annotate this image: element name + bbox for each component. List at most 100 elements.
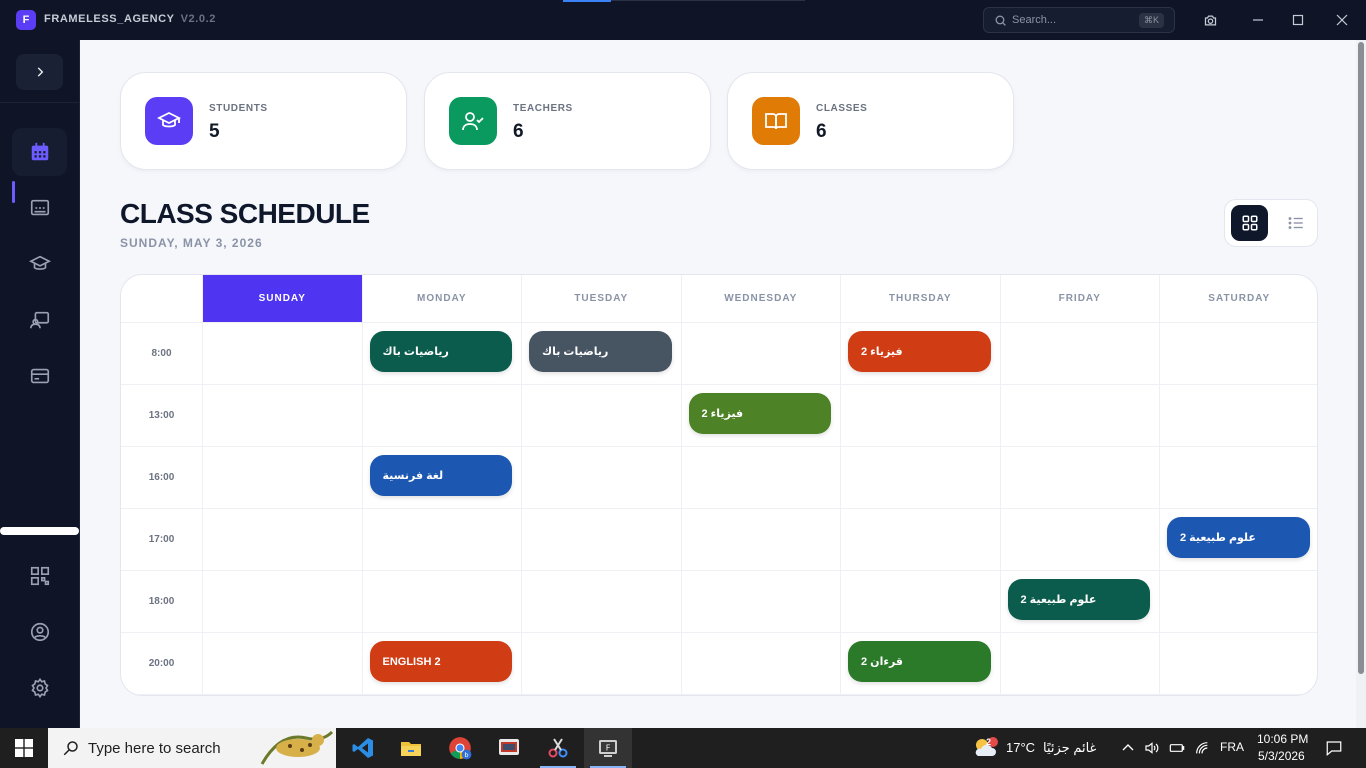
- class-event[interactable]: فيزياء 2: [688, 393, 831, 434]
- sidebar-item-settings[interactable]: [12, 664, 67, 712]
- clock-date[interactable]: 5/3/2026: [1258, 749, 1305, 763]
- class-event[interactable]: رياضيات باك: [369, 331, 512, 372]
- taskbar-chrome[interactable]: b: [436, 728, 484, 768]
- clock-time[interactable]: 10:06 PM: [1257, 732, 1308, 746]
- qr-code-icon: [30, 566, 49, 586]
- schedule-cell[interactable]: [999, 509, 1159, 571]
- sidebar-item-teachers[interactable]: [12, 296, 67, 344]
- show-hidden-icons-button[interactable]: [1118, 728, 1138, 768]
- schedule-cell[interactable]: [840, 571, 1000, 633]
- stat-card-classes: CLASSES 6: [727, 72, 1014, 170]
- sidebar-item-presentation[interactable]: [12, 184, 67, 232]
- class-event[interactable]: رياضيات باك: [529, 331, 672, 372]
- schedule-cell[interactable]: [1159, 633, 1317, 695]
- grid-icon: [1242, 215, 1257, 231]
- schedule-cell[interactable]: [680, 633, 840, 695]
- schedule-cell[interactable]: [521, 385, 681, 447]
- frameless-app-icon: F: [599, 740, 617, 757]
- sidebar-item-schedule[interactable]: [12, 128, 67, 176]
- grid-view-button[interactable]: [1231, 205, 1268, 241]
- chevron-up-icon: [1122, 744, 1134, 751]
- schedule-cell[interactable]: [202, 447, 362, 509]
- time-slot-label: 20:00: [121, 633, 202, 695]
- screenshot-button[interactable]: [1200, 10, 1220, 30]
- day-header-friday[interactable]: FRIDAY: [999, 275, 1159, 323]
- stat-label: CLASSES: [816, 103, 868, 114]
- schedule-cell[interactable]: [1159, 385, 1317, 447]
- schedule-cell[interactable]: [680, 509, 840, 571]
- sidebar-item-payments[interactable]: [12, 352, 67, 400]
- class-event[interactable]: ENGLISH 2: [369, 641, 512, 682]
- schedule-cell[interactable]: [361, 385, 521, 447]
- taskbar-app-screen[interactable]: [485, 728, 533, 768]
- schedule-cell[interactable]: [202, 571, 362, 633]
- teacher-icon: [29, 311, 49, 329]
- schedule-cell[interactable]: [999, 447, 1159, 509]
- sidebar-item-qr-code[interactable]: [12, 552, 67, 600]
- class-event[interactable]: فيزياء 2: [848, 331, 991, 372]
- schedule-cell[interactable]: [999, 323, 1159, 385]
- network-button[interactable]: [1191, 728, 1213, 768]
- schedule-cell[interactable]: [521, 447, 681, 509]
- schedule-cell[interactable]: [999, 633, 1159, 695]
- taskbar-search-placeholder: Type here to search: [88, 739, 221, 757]
- taskbar-vscode[interactable]: [339, 728, 387, 768]
- day-header-saturday[interactable]: SATURDAY: [1159, 275, 1317, 323]
- schedule-cell[interactable]: [202, 633, 362, 695]
- schedule-cell[interactable]: [680, 323, 840, 385]
- day-header-tuesday[interactable]: TUESDAY: [521, 275, 681, 323]
- taskbar-snipping-tool[interactable]: [534, 728, 582, 768]
- class-event[interactable]: قرءان 2: [848, 641, 991, 682]
- schedule-cell[interactable]: [1159, 571, 1317, 633]
- app-version: V2.0.2: [180, 13, 217, 25]
- schedule-cell[interactable]: [202, 323, 362, 385]
- schedule-cell[interactable]: [840, 447, 1000, 509]
- schedule-cell[interactable]: [999, 385, 1159, 447]
- minimize-button[interactable]: [1248, 10, 1268, 30]
- class-event[interactable]: لغة فرنسية: [369, 455, 512, 496]
- sidebar-item-students[interactable]: [12, 240, 67, 288]
- list-view-button[interactable]: [1277, 205, 1314, 241]
- schedule-cell[interactable]: [361, 571, 521, 633]
- start-button[interactable]: [0, 728, 48, 768]
- schedule-cell[interactable]: [680, 571, 840, 633]
- day-header-thursday[interactable]: THURSDAY: [840, 275, 1000, 323]
- schedule-cell[interactable]: [521, 571, 681, 633]
- schedule-cell[interactable]: [1159, 447, 1317, 509]
- day-header-monday[interactable]: MONDAY: [361, 275, 521, 323]
- chrome-icon: b: [449, 737, 472, 760]
- schedule-cell[interactable]: [680, 447, 840, 509]
- sidebar-item-profile[interactable]: [12, 608, 67, 656]
- notifications-button[interactable]: [1322, 728, 1346, 768]
- maximize-button[interactable]: [1288, 10, 1308, 30]
- time-slot-label: 16:00: [121, 447, 202, 509]
- svg-text:F: F: [606, 744, 611, 753]
- schedule-cell[interactable]: [840, 509, 1000, 571]
- search-box[interactable]: Search... ⌘K: [983, 7, 1175, 33]
- day-header-sunday[interactable]: SUNDAY: [202, 275, 362, 323]
- taskbar-file-explorer[interactable]: [387, 728, 435, 768]
- weather-badge: 2: [986, 737, 992, 747]
- drag-region[interactable]: [611, 0, 805, 1]
- class-event[interactable]: علوم طبيعية 2: [1167, 517, 1310, 558]
- page-title: CLASS SCHEDULE: [120, 198, 370, 229]
- battery-button[interactable]: [1166, 728, 1188, 768]
- close-icon: [1336, 14, 1348, 26]
- schedule-cell[interactable]: [521, 509, 681, 571]
- schedule-cell[interactable]: [521, 633, 681, 695]
- sidebar-resize-handle[interactable]: [0, 527, 79, 535]
- close-button[interactable]: [1332, 10, 1352, 30]
- class-event[interactable]: علوم طبيعية 2: [1007, 579, 1150, 620]
- volume-button[interactable]: [1142, 728, 1162, 768]
- schedule-cell[interactable]: [202, 509, 362, 571]
- taskbar-frameless-agency[interactable]: F: [584, 728, 632, 768]
- schedule-cell[interactable]: [361, 509, 521, 571]
- taskbar-search[interactable]: Type here to search: [48, 728, 336, 768]
- day-header-wednesday[interactable]: WEDNESDAY: [680, 275, 840, 323]
- schedule-cell[interactable]: [840, 385, 1000, 447]
- input-language[interactable]: FRA: [1220, 740, 1244, 754]
- scrollbar-thumb[interactable]: [1358, 42, 1364, 674]
- schedule-cell[interactable]: [202, 385, 362, 447]
- sidebar-toggle-button[interactable]: [16, 54, 63, 90]
- schedule-cell[interactable]: [1159, 323, 1317, 385]
